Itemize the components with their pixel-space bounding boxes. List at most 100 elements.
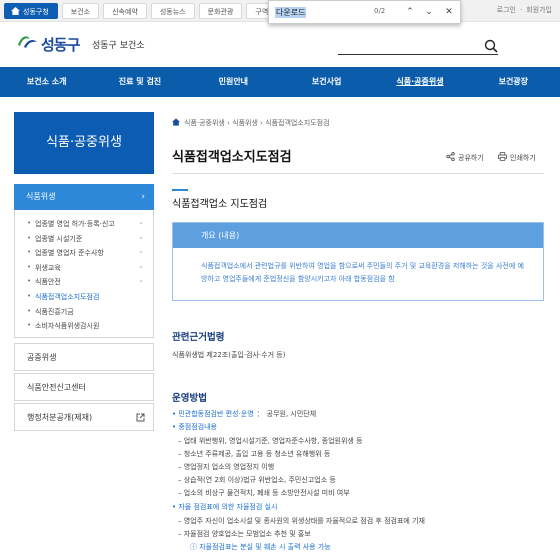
nav-treatment[interactable]: 진료 및 검진 xyxy=(93,67,186,97)
external-link-icon xyxy=(136,413,145,422)
sidebar-sub-item[interactable]: 소비자식품위생감시원 xyxy=(15,321,153,336)
link-separator: · xyxy=(520,6,523,14)
org-separator: ： xyxy=(256,410,264,418)
note-text: ⓘ 자율점검표는 분실 및 훼손 시 출력 사용 가능 xyxy=(190,542,331,552)
chevron-right-icon: › xyxy=(141,192,145,202)
overview-heading: 개요 (내용) xyxy=(173,223,543,248)
find-in-page-bar: 다운로드 0/2 ⌃ ⌄ ✕ xyxy=(268,0,461,24)
share-label: 공유하기 xyxy=(458,154,484,162)
list-item-focus-heading: • 중점점검내용 xyxy=(172,422,217,432)
focus-item-text: 영업정지 업소의 영업정지 이행 xyxy=(183,463,275,471)
search-icon[interactable] xyxy=(484,39,498,53)
breadcrumb-item[interactable]: 식품·공중위생 xyxy=(184,119,225,127)
sidebar-sub-item[interactable]: 업종별 영업자 준수사항 ⌄ xyxy=(15,247,153,263)
sidebar-sub-item[interactable]: 위생교육 ⌄ xyxy=(15,261,153,278)
focus-item: – 영업정지 업소의 영업정지 이행 xyxy=(178,462,274,472)
self-check-item: – 자율점검 양호업소는 모범업소 추천 및 홍보 xyxy=(178,529,311,539)
nav-health-plaza[interactable]: 보건광장 xyxy=(467,67,560,97)
info-icon: ⓘ xyxy=(190,543,200,551)
sidebar-item-label: 행정처분공개(제재) xyxy=(27,413,93,422)
login-link[interactable]: 로그인 xyxy=(497,6,516,14)
org-value: 공무원, 시민단체 xyxy=(266,410,317,418)
user-links: 로그인 · 회원가입 xyxy=(493,5,552,15)
tab-news[interactable]: 성동뉴스 xyxy=(150,3,195,19)
focus-item-text: 상습적(연 2회 이상)법규 위반업소, 주민신고업소 등 xyxy=(183,476,336,484)
law-text: 식품위생법 제22조(출입·검사·수거 등) xyxy=(172,351,286,359)
page-title: 식품접객업소지도점검 xyxy=(172,150,292,165)
sidebar-sub-menu: 업종별 영업 허가·등록·신고 ⌄ 업종별 시설기준 ⌄ 업종별 영업자 준수사항 ⌄… xyxy=(14,210,154,338)
method-heading: 운영방법 xyxy=(172,393,207,404)
sidebar-sub-item-label: 위생교육 xyxy=(35,263,61,272)
print-icon xyxy=(498,152,507,161)
tab-label: 성동구청 xyxy=(23,8,49,16)
sidebar-item-admin-disposition[interactable]: 행정처분공개(제재) xyxy=(14,403,154,431)
share-icon xyxy=(446,152,455,161)
sidebar-item-public-hygiene[interactable]: 공중위생 xyxy=(14,343,154,371)
list-item-self-check-heading: • 자율 점검표에 의한 자율점검 실시 xyxy=(172,502,277,512)
sidebar-item-label: 식품안전신고센터 xyxy=(27,383,86,392)
find-match-count: 0/2 xyxy=(374,7,386,15)
focus-item: – 업태 위반행위, 영업시설기준, 영업자준수사항, 종업원위생 등 xyxy=(178,436,363,446)
self-check-item: – 영업주 자신이 업소시설 및 종사원의 위생상태를 자율적으로 점검 후 점… xyxy=(178,516,425,526)
signup-link[interactable]: 회원가입 xyxy=(526,6,552,14)
note-label: 자율점검표는 분실 및 훼손 시 출력 사용 가능 xyxy=(199,543,331,551)
seongdong-logo-icon[interactable] xyxy=(16,33,38,49)
site-tabs: 성동구청 보건소 신속예약 성동뉴스 문화관광 구역 xyxy=(0,0,278,22)
tab-seongdong-office[interactable]: 성동구청 xyxy=(4,3,58,19)
nav-about[interactable]: 보건소 소개 xyxy=(0,67,93,97)
focus-item-text: 업태 위반행위, 영업시설기준, 영업자준수사항, 종업원위생 등 xyxy=(183,437,363,445)
sidebar-section-food-hygiene[interactable]: 식품위생 › xyxy=(14,184,154,210)
sidebar-item-label: 공중위생 xyxy=(27,353,57,362)
sidebar-item-food-safety-report[interactable]: 식품안전신고센터 xyxy=(14,373,154,401)
sidebar-sub-item-current[interactable]: 식품접객업소지도점검 xyxy=(15,292,153,307)
focus-item-text: 청소년 주류제공, 출입 고용 등 청소년 유해행위 등 xyxy=(183,450,331,458)
self-check-item-text: 영업주 자신이 업소시설 및 종사원의 위생상태를 자율적으로 점검 후 점검표… xyxy=(183,517,425,525)
home-icon[interactable] xyxy=(172,118,180,126)
main-navigation: 보건소 소개 진료 및 검진 민원안내 보건사업 식품·공중위생 보건광장 xyxy=(0,67,560,97)
title-divider xyxy=(172,173,544,174)
self-check-label: 자율 점검표에 의한 자율점검 실시 xyxy=(178,503,278,511)
chevron-down-icon: ⌄ xyxy=(138,232,144,241)
home-icon xyxy=(11,7,20,15)
nav-food-hygiene[interactable]: 식품·공중위생 xyxy=(373,67,466,97)
law-heading: 관련근거법령 xyxy=(172,332,225,343)
sidebar-sub-item-label: 소비자식품위생감시원 xyxy=(35,322,100,331)
self-check-item-text: 자율점검 양호업소는 모범업소 추천 및 홍보 xyxy=(183,530,311,538)
nav-civil[interactable]: 민원안내 xyxy=(187,67,280,97)
nav-health-projects[interactable]: 보건사업 xyxy=(280,67,373,97)
sidebar-sub-item-label: 업종별 영업 허가·등록·신고 xyxy=(35,220,115,228)
search-input[interactable] xyxy=(338,54,498,55)
focus-item: – 상습적(연 2회 이상)법규 위반업소, 주민신고업소 등 xyxy=(178,475,336,485)
sidebar-section-label: 식품위생 xyxy=(26,192,56,201)
tab-health-center[interactable]: 보건소 xyxy=(61,3,100,19)
breadcrumb: 식품·공중위생 › 식품위생 › 식품접객업소지도점검 xyxy=(172,118,330,128)
find-previous-button[interactable]: ⌃ xyxy=(403,5,417,19)
share-button[interactable]: 공유하기 xyxy=(446,152,484,163)
overview-box: 개요 (내용) 식품접객업소에서 관련법규를 위반하여 영업을 함으로써 주민들… xyxy=(172,222,544,301)
focus-item: – 청소년 주류제공, 출입 고용 등 청소년 유해행위 등 xyxy=(178,449,330,459)
sidebar-sub-item[interactable]: 업종별 시설기준 ⌄ xyxy=(15,232,153,249)
tab-quick-reservation[interactable]: 신속예약 xyxy=(103,3,147,19)
sidebar-sub-item-label: 식품진흥기금 xyxy=(35,307,74,316)
focus-item-text: 업소의 비상구 물건적치, 폐쇄 등 소방안전시설 미비 여부 xyxy=(183,489,350,497)
focus-item: – 업소의 비상구 물건적치, 폐쇄 등 소방안전시설 미비 여부 xyxy=(178,488,350,498)
brand-name[interactable]: 성동구 xyxy=(41,34,80,55)
list-item-organization: • 민관합동점검반 편성·운영： 공무원, 시민단체 xyxy=(172,409,316,419)
chevron-down-icon: ⌄ xyxy=(138,261,144,270)
sidebar-sub-item-label: 업종별 영업자 준수사항 xyxy=(35,249,104,258)
find-query-input[interactable]: 다운로드 xyxy=(275,7,307,18)
focus-label: 중점점검내용 xyxy=(178,423,217,431)
tab-culture-tour[interactable]: 문화관광 xyxy=(198,3,243,19)
section-accent xyxy=(172,189,188,191)
print-button[interactable]: 인쇄하기 xyxy=(498,152,536,163)
sidebar-sub-item[interactable]: 식품안전 ⌄ xyxy=(15,276,153,292)
sidebar-sub-item[interactable]: 업종별 영업 허가·등록·신고 ⌄ xyxy=(15,218,153,234)
find-close-button[interactable]: ✕ xyxy=(442,5,456,19)
sidebar-sub-item-label: 식품접객업소지도점검 xyxy=(35,292,100,301)
sidebar-title: 식품·공중위생 xyxy=(14,112,154,174)
find-next-button[interactable]: ⌄ xyxy=(422,5,436,19)
chevron-down-icon: ⌄ xyxy=(138,247,144,256)
section-title: 식품접객업소 지도점검 xyxy=(172,199,268,210)
sidebar-sub-item[interactable]: 식품진흥기금 xyxy=(15,307,153,322)
breadcrumb-item[interactable]: 식품위생 xyxy=(232,119,258,127)
